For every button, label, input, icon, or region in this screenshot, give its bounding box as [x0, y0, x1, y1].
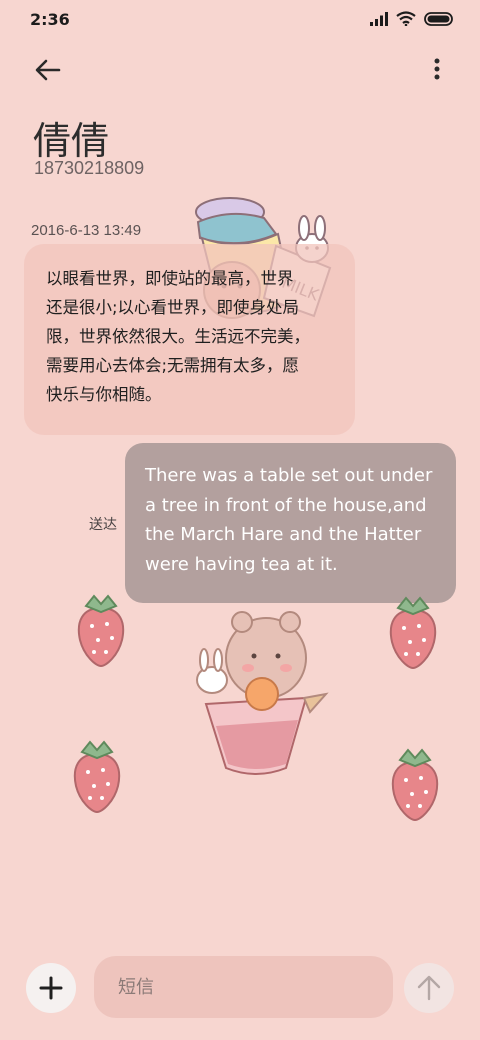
more-vertical-icon [434, 58, 440, 80]
strawberry-icon [73, 740, 121, 814]
status-icons [370, 11, 454, 26]
incoming-message-text: 以眼看世界，即使站的最高，世界 还是很小;以心看世界，即使身处局 限，世界依然很… [46, 264, 335, 409]
arrow-up-icon [417, 975, 441, 1001]
signal-icon [370, 11, 388, 26]
battery-icon [424, 11, 453, 26]
bear-icon [196, 611, 329, 775]
message-line: were having tea at it. [145, 553, 338, 575]
strawberry-icon [389, 596, 437, 670]
message-line: There was a table set out under [145, 465, 433, 486]
message-line: 快乐与你相随。 [46, 385, 162, 404]
status-time: 2:36 [30, 10, 70, 29]
add-attachment-button[interactable] [26, 963, 76, 1013]
message-input[interactable] [94, 956, 393, 1018]
message-line: 需要用心去体会;无需拥有太多，愿 [46, 356, 300, 375]
strawberry-icon [391, 748, 439, 822]
incoming-message-bubble[interactable]: 以眼看世界，即使站的最高，世界 还是很小;以心看世界，即使身处局 限，世界依然很… [24, 244, 355, 435]
contact-number: 18730218809 [34, 158, 145, 178]
arrow-left-icon [35, 59, 61, 81]
message-line: the March Hare and the Hatter [145, 524, 422, 545]
plus-icon [39, 976, 63, 1000]
message-line: a tree in front of the house,and [145, 494, 427, 516]
message-line: 以眼看世界，即使站的最高，世界 [46, 269, 294, 288]
message-line: 还是很小;以心看世界，即使身处局 [46, 298, 300, 317]
send-button[interactable] [404, 963, 454, 1013]
more-options-button[interactable] [430, 56, 444, 84]
bunny-icon [196, 648, 228, 694]
wifi-icon [396, 11, 416, 26]
strawberry-icon [77, 594, 125, 668]
outgoing-message-bubble[interactable]: There was a table set out under a tree i… [125, 443, 456, 603]
back-button[interactable] [30, 52, 66, 88]
status-bar: 2:36 [0, 0, 480, 40]
message-line: 限，世界依然很大。生活远不完美， [46, 327, 310, 346]
contact-name: 倩倩 [33, 119, 110, 163]
delivery-status: 送达 [89, 517, 117, 533]
composer-bar [0, 950, 480, 1030]
message-timestamp: 2016-6-13 13:49 [31, 222, 142, 239]
